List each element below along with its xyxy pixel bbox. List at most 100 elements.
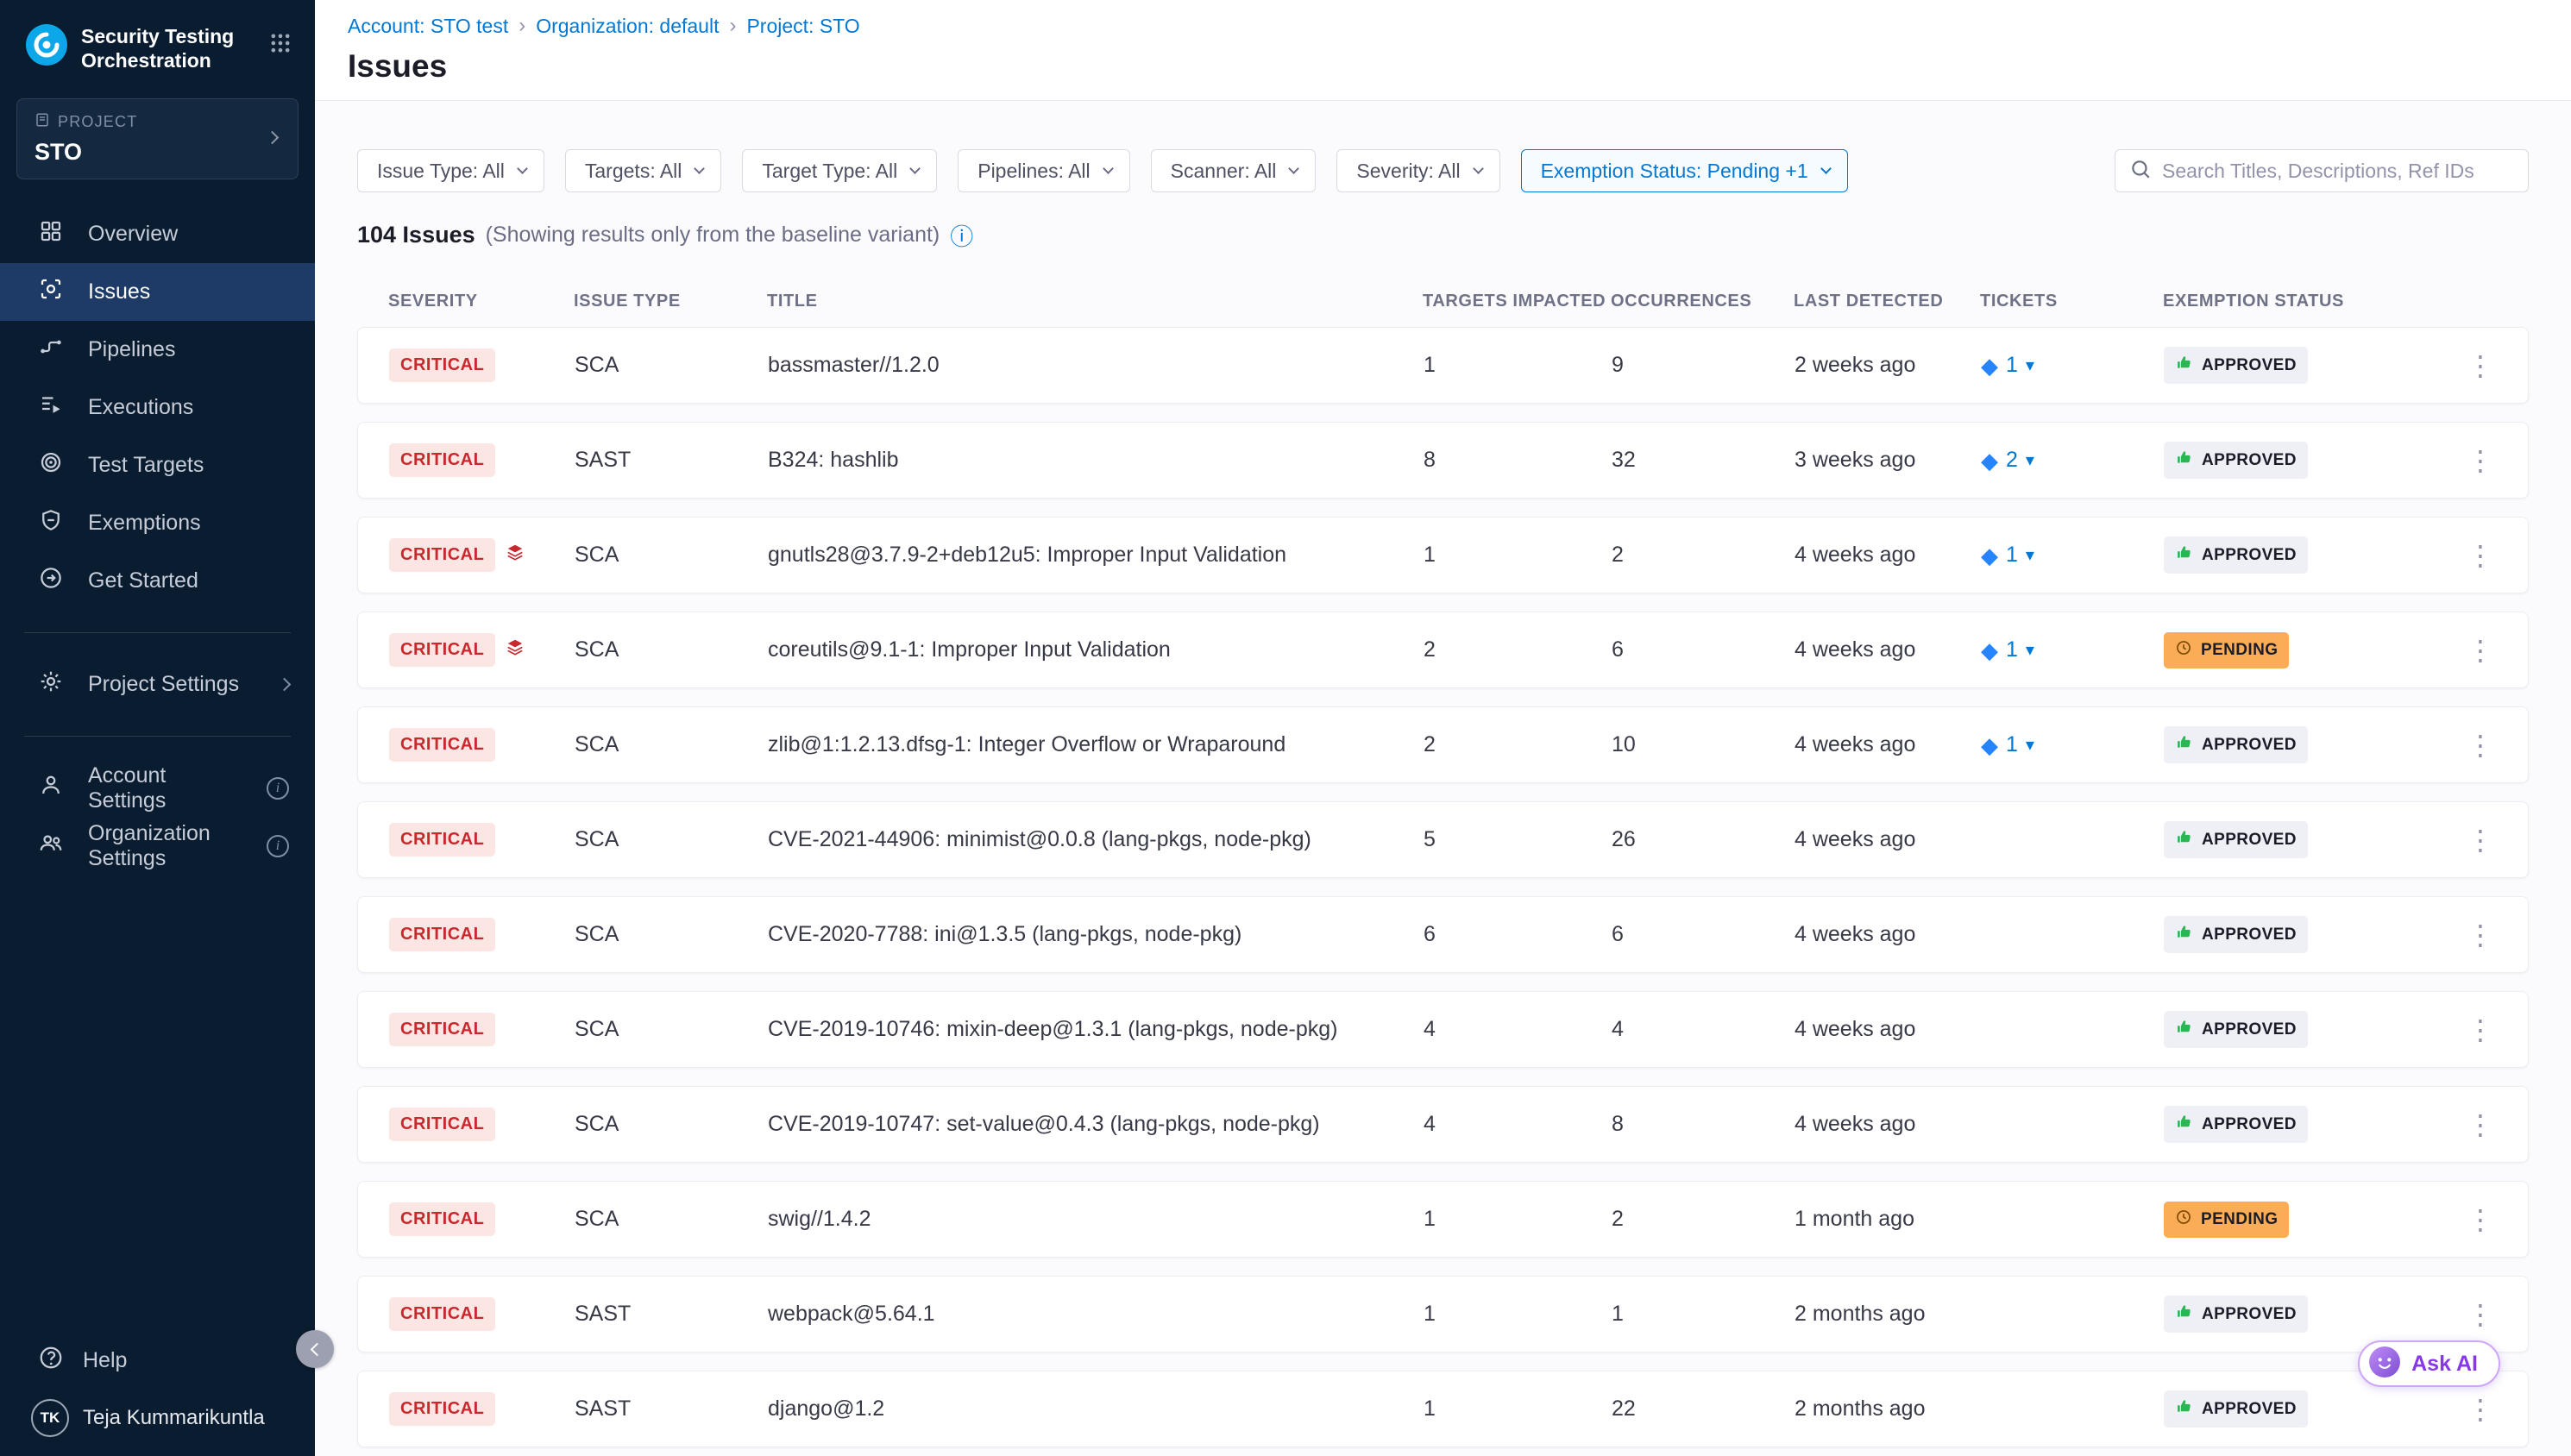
info-icon[interactable]: i xyxy=(267,777,289,800)
row-menu-button[interactable]: ⋮ xyxy=(2458,729,2503,762)
caret-down-icon: ▾ xyxy=(2026,544,2034,566)
occurrences: 26 xyxy=(1612,827,1795,852)
search-input[interactable] xyxy=(2162,160,2514,183)
caret-down-icon: ▾ xyxy=(2026,449,2034,471)
sidebar-item-exemptions[interactable]: Exemptions xyxy=(0,494,315,552)
row-menu-button[interactable]: ⋮ xyxy=(2458,1108,2503,1141)
ticket-cell[interactable]: ◆ 1 ▾ xyxy=(1981,732,2164,757)
row-menu-button[interactable]: ⋮ xyxy=(2458,444,2503,477)
table-row[interactable]: CRITICAL SCA zlib@1:1.2.13.dfsg-1: Integ… xyxy=(357,706,2529,783)
row-menu-button[interactable]: ⋮ xyxy=(2458,919,2503,951)
sidebar-item-pipelines[interactable]: Pipelines xyxy=(0,321,315,379)
table-row[interactable]: CRITICAL SCA CVE-2021-44906: minimist@0.… xyxy=(357,801,2529,878)
project-selector[interactable]: PROJECT STO xyxy=(16,98,299,179)
severity-badge: CRITICAL xyxy=(389,633,495,667)
table-row[interactable]: CRITICAL SAST django@1.2 1 22 2 months a… xyxy=(357,1371,2529,1447)
col-last-detected: LAST DETECTED xyxy=(1794,292,1980,311)
issue-title[interactable]: bassmaster//1.2.0 xyxy=(768,353,1424,378)
module-switcher-icon[interactable] xyxy=(268,31,292,60)
filter-exemption-status[interactable]: Exemption Status: Pending +1 xyxy=(1521,149,1848,192)
issue-title[interactable]: gnutls28@3.7.9-2+deb12u5: Improper Input… xyxy=(768,543,1424,568)
page-header: Account: STO test › Organization: defaul… xyxy=(315,0,2571,101)
issue-title[interactable]: CVE-2021-44906: minimist@0.0.8 (lang-pkg… xyxy=(768,827,1424,852)
ticket-count: 1 xyxy=(2006,732,2018,757)
sidebar-item-account-settings[interactable]: Account Settings i xyxy=(0,759,315,817)
targets-impacted: 8 xyxy=(1424,448,1612,473)
collapse-sidebar-button[interactable] xyxy=(296,1330,334,1368)
sidebar-item-issues[interactable]: Issues xyxy=(0,263,315,321)
table-row[interactable]: CRITICAL SCA swig//1.4.2 1 2 1 month ago… xyxy=(357,1181,2529,1258)
sidebar-item-get-started[interactable]: Get Started xyxy=(0,552,315,610)
issue-title[interactable]: webpack@5.64.1 xyxy=(768,1302,1424,1327)
issue-type: SCA xyxy=(575,922,768,947)
table-row[interactable]: CRITICAL SCA bassmaster//1.2.0 1 9 2 wee… xyxy=(357,327,2529,404)
sidebar-item-project-settings[interactable]: Project Settings xyxy=(0,656,315,713)
issue-title[interactable]: zlib@1:1.2.13.dfsg-1: Integer Overflow o… xyxy=(768,732,1424,757)
person-icon xyxy=(38,772,64,804)
issue-title[interactable]: CVE-2019-10747: set-value@0.4.3 (lang-pk… xyxy=(768,1112,1424,1137)
search-icon xyxy=(2129,158,2152,185)
breadcrumb-project-link[interactable]: Project: STO xyxy=(746,15,859,38)
ticket-cell[interactable]: ◆ 1 ▾ xyxy=(1981,353,2164,378)
table-row[interactable]: CRITICAL SCA coreutils@9.1-1: Improper I… xyxy=(357,612,2529,688)
help-button[interactable]: Help xyxy=(0,1334,315,1387)
breadcrumb-organization-link[interactable]: Organization: default xyxy=(536,15,719,38)
info-icon[interactable]: ⓘ xyxy=(950,218,973,252)
chevron-down-icon xyxy=(695,163,706,174)
filter-target-type[interactable]: Target Type: All xyxy=(742,149,937,192)
row-menu-button[interactable]: ⋮ xyxy=(2458,539,2503,572)
ticket-cell[interactable]: ◆ 1 ▾ xyxy=(1981,637,2164,662)
caret-down-icon: ▾ xyxy=(2026,639,2034,661)
breadcrumb-account-link[interactable]: Account: STO test xyxy=(348,15,508,38)
targets-impacted: 5 xyxy=(1424,827,1612,852)
chevron-down-icon xyxy=(1820,163,1832,174)
row-menu-button[interactable]: ⋮ xyxy=(2458,1298,2503,1331)
table-row[interactable]: CRITICAL SCA CVE-2019-10746: mixin-deep@… xyxy=(357,991,2529,1068)
ticket-cell[interactable]: ◆ 2 ▾ xyxy=(1981,448,2164,473)
main-area: Account: STO test › Organization: defaul… xyxy=(315,0,2571,1456)
filter-severity[interactable]: Severity: All xyxy=(1336,149,1499,192)
ask-ai-button[interactable]: Ask AI xyxy=(2358,1340,2500,1387)
row-menu-button[interactable]: ⋮ xyxy=(2458,824,2503,857)
sidebar-item-overview[interactable]: Overview xyxy=(0,205,315,263)
last-detected: 4 weeks ago xyxy=(1795,827,1981,852)
occurrences: 2 xyxy=(1612,543,1795,568)
issue-title[interactable]: CVE-2019-10746: mixin-deep@1.3.1 (lang-p… xyxy=(768,1017,1424,1042)
chevron-down-icon xyxy=(909,163,921,174)
table-row[interactable]: CRITICAL SAST B324: hashlib 8 32 3 weeks… xyxy=(357,422,2529,499)
sidebar-item-executions[interactable]: Executions xyxy=(0,379,315,436)
jira-icon: ◆ xyxy=(1981,639,1998,662)
sidebar-nav: Overview Issues Pipelines Executions Tes… xyxy=(0,205,315,610)
severity-badge: CRITICAL xyxy=(389,1108,495,1141)
issue-title[interactable]: coreutils@9.1-1: Improper Input Validati… xyxy=(768,637,1424,662)
sidebar-item-test-targets[interactable]: Test Targets xyxy=(0,436,315,494)
sidebar-item-organization-settings[interactable]: Organization Settings i xyxy=(0,817,315,875)
row-menu-button[interactable]: ⋮ xyxy=(2458,349,2503,382)
content: Issue Type: All Targets: All Target Type… xyxy=(315,101,2571,1456)
issue-title[interactable]: B324: hashlib xyxy=(768,448,1424,473)
filter-scanner[interactable]: Scanner: All xyxy=(1151,149,1317,192)
table-row[interactable]: CRITICAL SCA CVE-2020-7788: ini@1.3.5 (l… xyxy=(357,896,2529,973)
row-menu-button[interactable]: ⋮ xyxy=(2458,1014,2503,1046)
executions-icon xyxy=(38,392,64,424)
table-row[interactable]: CRITICAL SCA CVE-2019-10747: set-value@0… xyxy=(357,1086,2529,1163)
ticket-cell[interactable]: ◆ 1 ▾ xyxy=(1981,543,2164,568)
summary-row: 104 Issues (Showing results only from th… xyxy=(357,218,2529,252)
row-menu-button[interactable]: ⋮ xyxy=(2458,1393,2503,1426)
user-profile[interactable]: TK Teja Kummarikuntla xyxy=(0,1399,315,1437)
row-menu-button[interactable]: ⋮ xyxy=(2458,634,2503,667)
issue-title[interactable]: CVE-2020-7788: ini@1.3.5 (lang-pkgs, nod… xyxy=(768,922,1424,947)
targets-impacted: 1 xyxy=(1424,353,1612,378)
issue-title[interactable]: swig//1.4.2 xyxy=(768,1207,1424,1232)
filter-issue-type[interactable]: Issue Type: All xyxy=(357,149,544,192)
approved-icon xyxy=(2175,733,2193,756)
approved-icon xyxy=(2175,1302,2193,1326)
issue-title[interactable]: django@1.2 xyxy=(768,1396,1424,1421)
row-menu-button[interactable]: ⋮ xyxy=(2458,1203,2503,1236)
sidebar-item-label: Executions xyxy=(88,395,193,420)
filter-pipelines[interactable]: Pipelines: All xyxy=(958,149,1129,192)
filter-targets[interactable]: Targets: All xyxy=(565,149,722,192)
table-row[interactable]: CRITICAL SAST webpack@5.64.1 1 1 2 month… xyxy=(357,1276,2529,1352)
info-icon[interactable]: i xyxy=(267,835,289,857)
table-row[interactable]: CRITICAL SCA gnutls28@3.7.9-2+deb12u5: I… xyxy=(357,517,2529,593)
